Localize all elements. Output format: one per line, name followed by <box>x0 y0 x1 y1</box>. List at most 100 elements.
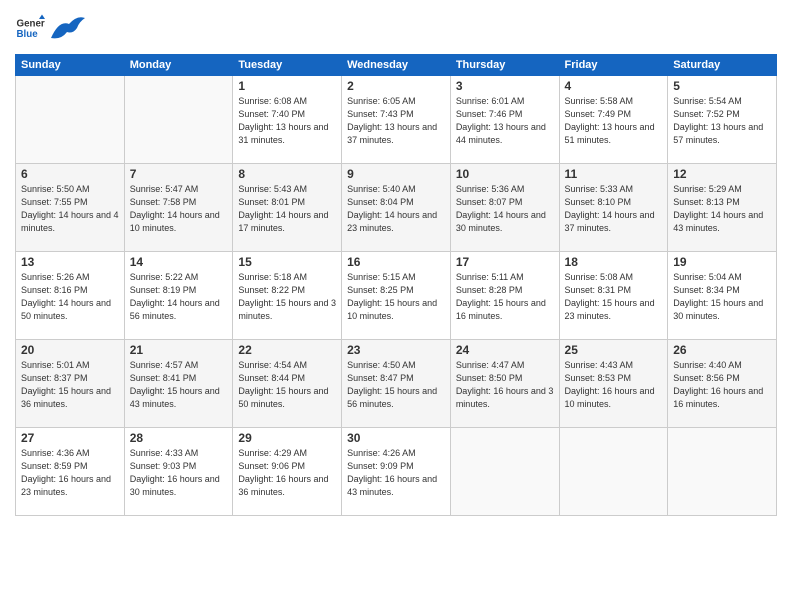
day-cell: 21Sunrise: 4:57 AM Sunset: 8:41 PM Dayli… <box>124 340 233 428</box>
week-row-4: 20 Sunrise: 5:01 AM Sunset: 8:37 PM Dayli… <box>16 340 777 428</box>
day-number: 6 <box>21 167 119 181</box>
day-info: Sunrise: 5:50 AM Sunset: 7:55 PM Dayligh… <box>21 183 119 235</box>
day-info: Sunrise: 4:54 AM Sunset: 8:44 PM Dayligh… <box>238 359 336 411</box>
day-cell: 30 Sunrise: 4:26 AM Sunset: 9:09 PM Dayli… <box>342 428 451 516</box>
day-number: 10 <box>456 167 554 181</box>
day-cell: 10 Sunrise: 5:36 AM Sunset: 8:07 PM Dayli… <box>450 164 559 252</box>
day-cell: 11 Sunrise: 5:33 AM Sunset: 8:10 PM Dayli… <box>559 164 668 252</box>
day-number: 12 <box>673 167 771 181</box>
day-cell: 24 Sunrise: 4:47 AM Sunset: 8:50 PM Dayli… <box>450 340 559 428</box>
day-info: Sunrise: 5:04 AM Sunset: 8:34 PM Dayligh… <box>673 271 771 323</box>
day-info: Sunrise: 6:01 AM Sunset: 7:46 PM Dayligh… <box>456 95 554 147</box>
day-number: 25 <box>565 343 663 357</box>
day-info: Sunrise: 4:57 AM Sunset: 8:41 PM Dayligh… <box>130 359 228 411</box>
day-info: Sunrise: 4:29 AM Sunset: 9:06 PM Dayligh… <box>238 447 336 499</box>
logo-icon: General Blue <box>15 13 45 43</box>
day-info: Sunrise: 6:08 AM Sunset: 7:40 PM Dayligh… <box>238 95 336 147</box>
day-info: Sunrise: 5:54 AM Sunset: 7:52 PM Dayligh… <box>673 95 771 147</box>
day-cell: 22 Sunrise: 4:54 AM Sunset: 8:44 PM Dayli… <box>233 340 342 428</box>
day-info: Sunrise: 5:11 AM Sunset: 8:28 PM Dayligh… <box>456 271 554 323</box>
day-cell <box>559 428 668 516</box>
day-cell: 5Sunrise: 5:54 AM Sunset: 7:52 PM Daylig… <box>668 76 777 164</box>
day-info: Sunrise: 5:43 AM Sunset: 8:01 PM Dayligh… <box>238 183 336 235</box>
day-info: Sunrise: 5:18 AM Sunset: 8:22 PM Dayligh… <box>238 271 336 323</box>
day-number: 29 <box>238 431 336 445</box>
day-cell: 17 Sunrise: 5:11 AM Sunset: 8:28 PM Dayli… <box>450 252 559 340</box>
svg-text:General: General <box>17 19 46 30</box>
day-cell: 15 Sunrise: 5:18 AM Sunset: 8:22 PM Dayli… <box>233 252 342 340</box>
day-number: 18 <box>565 255 663 269</box>
day-number: 17 <box>456 255 554 269</box>
day-cell: 4 Sunrise: 5:58 AM Sunset: 7:49 PM Daylig… <box>559 76 668 164</box>
day-number: 30 <box>347 431 445 445</box>
day-cell: 8 Sunrise: 5:43 AM Sunset: 8:01 PM Daylig… <box>233 164 342 252</box>
day-cell: 27 Sunrise: 4:36 AM Sunset: 8:59 PM Dayli… <box>16 428 125 516</box>
weekday-header-thursday: Thursday <box>450 55 559 76</box>
week-row-2: 6 Sunrise: 5:50 AM Sunset: 7:55 PM Daylig… <box>16 164 777 252</box>
calendar-table: SundayMondayTuesdayWednesdayThursdayFrid… <box>15 54 777 516</box>
weekday-header-saturday: Saturday <box>668 55 777 76</box>
day-info: Sunrise: 5:29 AM Sunset: 8:13 PM Dayligh… <box>673 183 771 235</box>
day-number: 26 <box>673 343 771 357</box>
day-cell <box>450 428 559 516</box>
logo-bird-icon <box>49 10 87 46</box>
day-cell: 6 Sunrise: 5:50 AM Sunset: 7:55 PM Daylig… <box>16 164 125 252</box>
day-cell: 7Sunrise: 5:47 AM Sunset: 7:58 PM Daylig… <box>124 164 233 252</box>
day-number: 13 <box>21 255 119 269</box>
day-number: 16 <box>347 255 445 269</box>
header: General Blue <box>15 10 777 46</box>
day-cell <box>668 428 777 516</box>
day-cell: 2Sunrise: 6:05 AM Sunset: 7:43 PM Daylig… <box>342 76 451 164</box>
day-cell: 18 Sunrise: 5:08 AM Sunset: 8:31 PM Dayli… <box>559 252 668 340</box>
day-info: Sunrise: 4:33 AM Sunset: 9:03 PM Dayligh… <box>130 447 228 499</box>
day-cell: 12 Sunrise: 5:29 AM Sunset: 8:13 PM Dayli… <box>668 164 777 252</box>
weekday-header-monday: Monday <box>124 55 233 76</box>
day-info: Sunrise: 5:40 AM Sunset: 8:04 PM Dayligh… <box>347 183 445 235</box>
day-info: Sunrise: 5:01 AM Sunset: 8:37 PM Dayligh… <box>21 359 119 411</box>
logo: General Blue <box>15 10 87 46</box>
day-info: Sunrise: 4:47 AM Sunset: 8:50 PM Dayligh… <box>456 359 554 411</box>
day-cell: 16Sunrise: 5:15 AM Sunset: 8:25 PM Dayli… <box>342 252 451 340</box>
week-row-5: 27 Sunrise: 4:36 AM Sunset: 8:59 PM Dayli… <box>16 428 777 516</box>
day-info: Sunrise: 4:50 AM Sunset: 8:47 PM Dayligh… <box>347 359 445 411</box>
day-number: 9 <box>347 167 445 181</box>
page: General Blue SundayMondayTuesdayWednesda… <box>0 0 792 612</box>
day-number: 22 <box>238 343 336 357</box>
weekday-header-tuesday: Tuesday <box>233 55 342 76</box>
svg-text:Blue: Blue <box>17 29 39 40</box>
day-number: 11 <box>565 167 663 181</box>
day-number: 15 <box>238 255 336 269</box>
day-info: Sunrise: 5:58 AM Sunset: 7:49 PM Dayligh… <box>565 95 663 147</box>
weekday-header-sunday: Sunday <box>16 55 125 76</box>
day-number: 23 <box>347 343 445 357</box>
day-cell <box>124 76 233 164</box>
day-number: 7 <box>130 167 228 181</box>
day-cell: 14Sunrise: 5:22 AM Sunset: 8:19 PM Dayli… <box>124 252 233 340</box>
day-info: Sunrise: 4:26 AM Sunset: 9:09 PM Dayligh… <box>347 447 445 499</box>
day-number: 28 <box>130 431 228 445</box>
day-cell: 25 Sunrise: 4:43 AM Sunset: 8:53 PM Dayli… <box>559 340 668 428</box>
day-info: Sunrise: 6:05 AM Sunset: 7:43 PM Dayligh… <box>347 95 445 147</box>
day-info: Sunrise: 5:22 AM Sunset: 8:19 PM Dayligh… <box>130 271 228 323</box>
day-info: Sunrise: 4:40 AM Sunset: 8:56 PM Dayligh… <box>673 359 771 411</box>
day-cell: 20 Sunrise: 5:01 AM Sunset: 8:37 PM Dayli… <box>16 340 125 428</box>
day-info: Sunrise: 5:33 AM Sunset: 8:10 PM Dayligh… <box>565 183 663 235</box>
day-cell: 26 Sunrise: 4:40 AM Sunset: 8:56 PM Dayli… <box>668 340 777 428</box>
day-number: 8 <box>238 167 336 181</box>
day-cell: 13Sunrise: 5:26 AM Sunset: 8:16 PM Dayli… <box>16 252 125 340</box>
day-number: 24 <box>456 343 554 357</box>
day-number: 4 <box>565 79 663 93</box>
day-cell: 1Sunrise: 6:08 AM Sunset: 7:40 PM Daylig… <box>233 76 342 164</box>
day-info: Sunrise: 4:36 AM Sunset: 8:59 PM Dayligh… <box>21 447 119 499</box>
week-row-3: 13Sunrise: 5:26 AM Sunset: 8:16 PM Dayli… <box>16 252 777 340</box>
day-info: Sunrise: 5:08 AM Sunset: 8:31 PM Dayligh… <box>565 271 663 323</box>
day-number: 19 <box>673 255 771 269</box>
day-cell: 3Sunrise: 6:01 AM Sunset: 7:46 PM Daylig… <box>450 76 559 164</box>
day-cell: 29 Sunrise: 4:29 AM Sunset: 9:06 PM Dayli… <box>233 428 342 516</box>
day-number: 27 <box>21 431 119 445</box>
day-info: Sunrise: 4:43 AM Sunset: 8:53 PM Dayligh… <box>565 359 663 411</box>
day-cell <box>16 76 125 164</box>
day-number: 20 <box>21 343 119 357</box>
day-info: Sunrise: 5:36 AM Sunset: 8:07 PM Dayligh… <box>456 183 554 235</box>
week-row-1: 1Sunrise: 6:08 AM Sunset: 7:40 PM Daylig… <box>16 76 777 164</box>
